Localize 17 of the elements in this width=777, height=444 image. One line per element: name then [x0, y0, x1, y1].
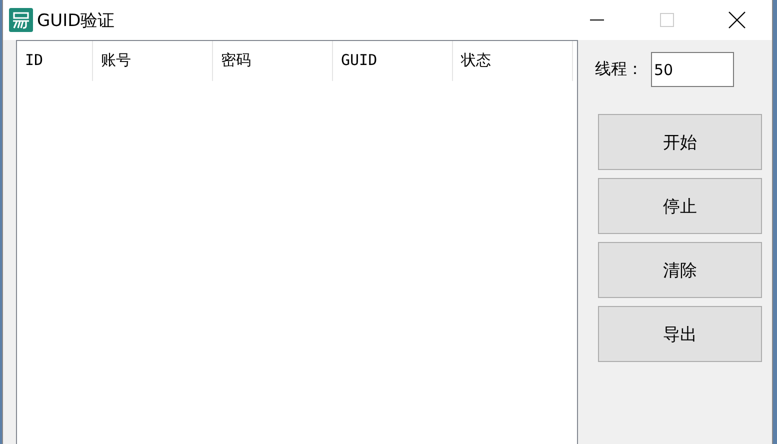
column-header[interactable]: 密码 — [213, 41, 333, 81]
action-button[interactable]: 开始 — [598, 114, 762, 170]
maximize-icon — [659, 12, 675, 28]
threads-label: 线程： — [595, 59, 643, 80]
minimize-icon — [590, 19, 604, 21]
app-logo-icon — [9, 8, 33, 32]
column-header[interactable]: ID — [17, 41, 93, 81]
column-header[interactable]: GUID — [333, 41, 453, 81]
action-button[interactable]: 停止 — [598, 178, 762, 234]
list-view[interactable]: ID 账号 密码 GUID 状态 — [16, 40, 578, 444]
column-header[interactable]: 账号 — [93, 41, 213, 81]
threads-field[interactable]: 50 — [651, 52, 734, 87]
action-button[interactable]: 清除 — [598, 242, 762, 298]
close-icon — [728, 11, 746, 29]
window-title: GUID验证 — [37, 10, 116, 32]
action-button[interactable]: 导出 — [598, 306, 762, 362]
column-header[interactable]: 状态 — [453, 41, 573, 81]
